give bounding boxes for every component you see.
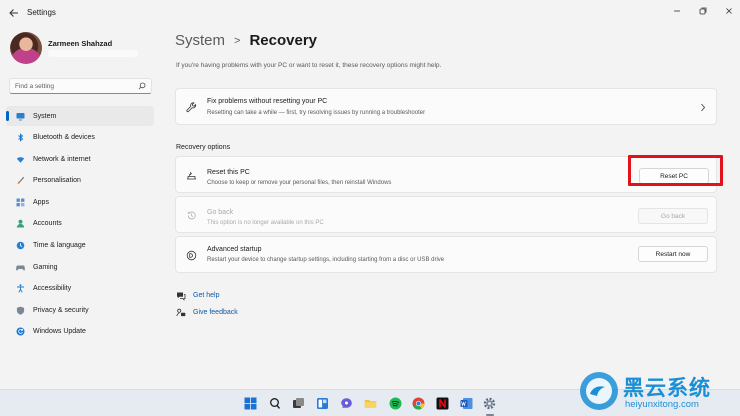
watermark-url: heiyunxitong.com	[625, 399, 699, 410]
globe-clock-icon	[16, 241, 25, 250]
get-help-link[interactable]: Get help	[193, 292, 219, 299]
search-input[interactable]	[15, 81, 135, 92]
sidebar-item-bluetooth[interactable]: Bluetooth & devices	[6, 128, 154, 148]
reset-pc-icon	[187, 172, 196, 180]
advanced-startup-desc: Restart your device to change startup se…	[207, 257, 445, 263]
restore-icon	[699, 7, 707, 15]
shield-icon	[16, 306, 25, 315]
close-button[interactable]	[716, 3, 740, 19]
sidebar-item-system[interactable]: System	[6, 106, 154, 126]
sidebar-item-label: Network & internet	[33, 155, 91, 163]
task-view-icon[interactable]	[292, 397, 305, 410]
go-back-card: Go back This option is no longer availab…	[175, 196, 717, 233]
sidebar-item-personalisation[interactable]: Personalisation	[6, 171, 154, 191]
sidebar-item-label: Time & language	[33, 242, 86, 250]
feedback-icon	[176, 308, 186, 317]
watermark-brand: 黑云系统	[623, 376, 711, 400]
go-back-title: Go back	[207, 209, 234, 216]
wrench-icon	[186, 102, 197, 113]
help-icon	[177, 292, 186, 301]
search-taskbar-icon[interactable]	[268, 397, 281, 410]
word-icon[interactable]	[460, 397, 473, 410]
reset-pc-title: Reset this PC	[207, 169, 250, 176]
sidebar-item-time-language[interactable]: Time & language	[6, 236, 154, 256]
chevron-right-icon	[701, 103, 706, 112]
minimize-button[interactable]	[664, 3, 690, 19]
go-back-button: Go back	[638, 208, 708, 224]
app-title: Settings	[27, 8, 56, 17]
restart-now-button[interactable]: Restart now	[638, 246, 708, 262]
sidebar-item-label: Apps	[33, 198, 49, 206]
sidebar-item-label: Gaming	[33, 263, 58, 271]
netflix-icon[interactable]	[436, 397, 449, 410]
brush-icon	[16, 176, 25, 185]
title-bar: Settings	[0, 0, 740, 26]
intro-text: If you're having problems with your PC o…	[176, 62, 442, 69]
settings-gear-icon[interactable]	[483, 397, 496, 410]
sidebar-item-label: Accessibility	[33, 285, 72, 293]
page-title: Recovery	[249, 32, 317, 49]
advanced-startup-title: Advanced startup	[207, 246, 262, 253]
account-icon	[16, 219, 25, 228]
apps-icon	[16, 198, 25, 207]
user-email-redacted	[48, 50, 138, 57]
sidebar-item-network[interactable]: Network & internet	[6, 149, 154, 169]
maximize-button[interactable]	[690, 3, 716, 19]
gamepad-icon	[16, 263, 25, 272]
user-name: Zarmeen Shahzad	[48, 39, 113, 48]
spotify-icon[interactable]	[389, 397, 402, 410]
sidebar-item-accounts[interactable]: Accounts	[6, 214, 154, 234]
sidebar-item-label: System	[33, 112, 57, 120]
sidebar-item-label: Privacy & security	[33, 306, 89, 314]
watermark-logo-icon	[580, 372, 618, 410]
chrome-icon[interactable]	[412, 397, 425, 410]
avatar[interactable]	[10, 32, 42, 64]
advanced-startup-icon	[186, 250, 197, 261]
sidebar-item-privacy-security[interactable]: Privacy & security	[6, 300, 154, 320]
annotation-highlight-box	[628, 155, 723, 186]
section-label-recovery-options: Recovery options	[176, 144, 231, 151]
sidebar-nav: System Bluetooth & devices Network & int…	[6, 106, 154, 344]
sidebar-item-label: Bluetooth & devices	[33, 134, 95, 142]
fix-problems-card[interactable]: Fix problems without resetting your PC R…	[175, 88, 717, 125]
go-back-desc: This option is no longer available on th…	[207, 220, 324, 226]
sidebar-item-label: Windows Update	[33, 328, 86, 336]
update-icon	[16, 327, 25, 336]
fix-problems-title: Fix problems without resetting your PC	[207, 98, 328, 105]
sidebar-item-apps[interactable]: Apps	[6, 192, 154, 212]
windows-start-icon[interactable]	[244, 397, 257, 410]
history-icon	[187, 211, 196, 220]
close-icon	[726, 8, 732, 14]
breadcrumb-separator: >	[234, 34, 241, 47]
sidebar-item-windows-update[interactable]: Windows Update	[6, 322, 154, 342]
sidebar-item-gaming[interactable]: Gaming	[6, 257, 154, 277]
accessibility-icon	[16, 284, 25, 293]
chat-icon[interactable]	[340, 397, 353, 410]
sidebar-item-label: Accounts	[33, 220, 62, 228]
fix-problems-desc: Resetting can take a while — first, try …	[207, 110, 426, 116]
back-arrow-icon[interactable]	[8, 7, 20, 19]
settings-window: Settings Zarmeen Shahzad System	[0, 0, 740, 389]
sidebar-item-accessibility[interactable]: Accessibility	[6, 279, 154, 299]
bluetooth-icon	[16, 133, 25, 142]
site-watermark: 黑云系统 heiyunxitong.com	[578, 369, 738, 413]
wifi-icon	[16, 155, 25, 164]
breadcrumb-parent[interactable]: System	[175, 32, 225, 49]
give-feedback-link[interactable]: Give feedback	[193, 309, 238, 316]
search-icon[interactable]	[138, 82, 146, 90]
file-explorer-icon[interactable]	[364, 397, 377, 410]
advanced-startup-card: Advanced startup Restart your device to …	[175, 236, 717, 273]
breadcrumb: System > Recovery	[175, 32, 317, 49]
widgets-icon[interactable]	[316, 397, 329, 410]
minimize-icon	[674, 10, 680, 12]
search-box[interactable]	[9, 78, 152, 94]
monitor-icon	[16, 112, 25, 121]
sidebar-item-label: Personalisation	[33, 177, 81, 185]
reset-pc-desc: Choose to keep or remove your personal f…	[207, 180, 392, 186]
